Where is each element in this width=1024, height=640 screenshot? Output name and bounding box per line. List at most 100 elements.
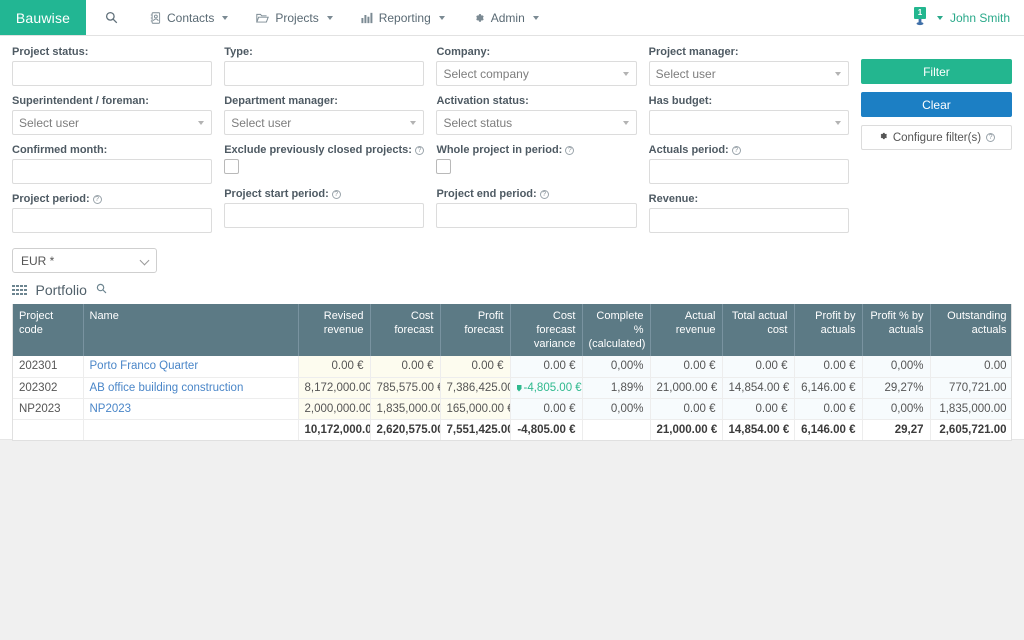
contacts-icon: [150, 12, 161, 24]
filter-label: Type:: [224, 46, 424, 58]
help-icon[interactable]: ?: [93, 195, 102, 204]
variance-flag-icon: [517, 385, 522, 392]
whole-project-in-period-checkbox[interactable]: [436, 159, 451, 174]
col-header-actual-revenue[interactable]: Actual revenue: [650, 304, 722, 356]
filter-exclude-closed-projects: Exclude previously closed projects: ?: [224, 144, 424, 174]
nav-item-contacts[interactable]: Contacts: [136, 0, 242, 35]
confirmed-month-input[interactable]: [12, 159, 212, 184]
project-end-period-input[interactable]: [436, 203, 636, 228]
actuals-period-input[interactable]: [649, 159, 849, 184]
filter-has-budget: Has budget:: [649, 95, 849, 135]
cell-name: Porto Franco Quarter: [83, 356, 298, 377]
chevron-down-icon: [410, 121, 416, 125]
cell-profit-by-actuals: 0.00 €: [794, 398, 862, 419]
select-value: Select user: [656, 67, 716, 81]
filter-button[interactable]: Filter: [861, 59, 1012, 84]
portfolio-search-icon[interactable]: [96, 283, 107, 297]
nav-item-admin[interactable]: Admin: [459, 0, 553, 35]
col-header-revised-revenue[interactable]: Revised revenue: [298, 304, 370, 356]
cell-total-outstanding-actuals: 2,605,721.00: [930, 419, 1012, 440]
chevron-down-icon: [439, 16, 445, 20]
table-row[interactable]: NP2023 NP2023 2,000,000.00 € 1,835,000.0…: [13, 398, 1012, 419]
department-manager-select[interactable]: Select user: [224, 110, 424, 135]
col-header-profit-pct-by-actuals[interactable]: Profit % by actuals: [862, 304, 930, 356]
help-icon[interactable]: ?: [332, 190, 341, 199]
nav-item-reporting[interactable]: Reporting: [347, 0, 459, 35]
configure-filters-button[interactable]: Configure filter(s) ?: [861, 125, 1012, 150]
cell-cost-forecast: 1,835,000.00 €: [370, 398, 440, 419]
currency-select[interactable]: EUR *: [12, 248, 157, 273]
col-header-profit-by-actuals[interactable]: Profit by actuals: [794, 304, 862, 356]
cell-total-cost-forecast: 2,620,575.00 €: [370, 419, 440, 440]
project-start-period-input[interactable]: [224, 203, 424, 228]
col-header-project-code[interactable]: Project code: [13, 304, 83, 356]
cell-total-profit-by-actuals: 6,146.00 €: [794, 419, 862, 440]
project-name-link[interactable]: NP2023: [90, 403, 132, 415]
cell-total-actual-cost: 0.00 €: [722, 356, 794, 377]
table-header-row: Project code Name Revised revenue Cost f…: [13, 304, 1012, 356]
project-period-input[interactable]: [12, 208, 212, 233]
clear-button[interactable]: Clear: [861, 92, 1012, 117]
col-header-total-actual-cost[interactable]: Total actual cost: [722, 304, 794, 356]
filter-column-3: Company: Select company Activation statu…: [436, 46, 636, 242]
cell-total-complete-pct: [582, 419, 650, 440]
gear-icon: [473, 12, 485, 24]
nav-item-label: Projects: [275, 11, 318, 25]
filter-department-manager: Department manager: Select user: [224, 95, 424, 135]
filter-superintendent-foreman: Superintendent / foreman: Select user: [12, 95, 212, 135]
filter-project-status: Project status:: [12, 46, 212, 86]
table-row[interactable]: 202301 Porto Franco Quarter 0.00 € 0.00 …: [13, 356, 1012, 377]
filter-label: Company:: [436, 46, 636, 58]
chevron-down-icon: [623, 72, 629, 76]
filter-company: Company: Select company: [436, 46, 636, 86]
chevron-down-icon[interactable]: [937, 16, 943, 20]
col-header-outstanding-actuals[interactable]: Outstanding actuals: [930, 304, 1012, 356]
superintendent-foreman-select[interactable]: Select user: [12, 110, 212, 135]
cell-total-profit-forecast: 7,551,425.00 €: [440, 419, 510, 440]
has-budget-select[interactable]: [649, 110, 849, 135]
filter-actions: Filter Clear Configure filter(s) ?: [861, 46, 1012, 242]
cell-cost-forecast-variance: -4,805.00 €: [510, 377, 582, 398]
col-header-cost-forecast[interactable]: Cost forecast: [370, 304, 440, 356]
project-status-input[interactable]: [12, 61, 212, 86]
notifications-pin[interactable]: 1: [910, 6, 930, 30]
filter-label: Project status:: [12, 46, 212, 58]
user-menu-label[interactable]: John Smith: [950, 11, 1010, 25]
project-name-link[interactable]: Porto Franco Quarter: [90, 360, 199, 372]
table-row[interactable]: 202302 AB office building construction 8…: [13, 377, 1012, 398]
project-manager-select[interactable]: Select user: [649, 61, 849, 86]
help-icon[interactable]: ?: [540, 190, 549, 199]
nav-search-icon[interactable]: [86, 0, 136, 35]
cell-name: AB office building construction: [83, 377, 298, 398]
filter-project-period: Project period: ?: [12, 193, 212, 233]
cell-total-profit-pct-by-actuals: 29,27: [862, 419, 930, 440]
exclude-closed-projects-checkbox[interactable]: [224, 159, 239, 174]
help-icon[interactable]: ?: [415, 146, 424, 155]
cell-profit-by-actuals: 6,146.00 €: [794, 377, 862, 398]
revenue-input[interactable]: [649, 208, 849, 233]
filter-confirmed-month: Confirmed month:: [12, 144, 212, 184]
col-header-cost-forecast-variance[interactable]: Cost forecast variance: [510, 304, 582, 356]
activation-status-select[interactable]: Select status: [436, 110, 636, 135]
cell-profit-forecast: 0.00 €: [440, 356, 510, 377]
filter-column-1: Project status: Superintendent / foreman…: [12, 46, 212, 242]
portfolio-header: Portfolio: [0, 273, 1024, 304]
project-name-link[interactable]: AB office building construction: [90, 382, 244, 394]
type-input[interactable]: [224, 61, 424, 86]
filter-label: Actuals period: ?: [649, 144, 849, 156]
grid-icon: [12, 285, 27, 296]
company-select[interactable]: Select company: [436, 61, 636, 86]
help-icon[interactable]: ?: [565, 146, 574, 155]
filter-panel: Project status: Superintendent / foreman…: [0, 36, 1024, 242]
filter-column-4: Project manager: Select user Has budget:…: [649, 46, 849, 242]
col-header-name[interactable]: Name: [83, 304, 298, 356]
cell-revised-revenue: 0.00 €: [298, 356, 370, 377]
help-icon[interactable]: ?: [986, 133, 995, 142]
filter-label: Project start period: ?: [224, 188, 424, 200]
col-header-complete-pct[interactable]: Complete % (calculated): [582, 304, 650, 356]
nav-item-projects[interactable]: Projects: [242, 0, 346, 35]
help-icon[interactable]: ?: [732, 146, 741, 155]
col-header-profit-forecast[interactable]: Profit forecast: [440, 304, 510, 356]
brand-logo[interactable]: Bauwise: [0, 0, 86, 35]
cell-actual-revenue: 0.00 €: [650, 356, 722, 377]
